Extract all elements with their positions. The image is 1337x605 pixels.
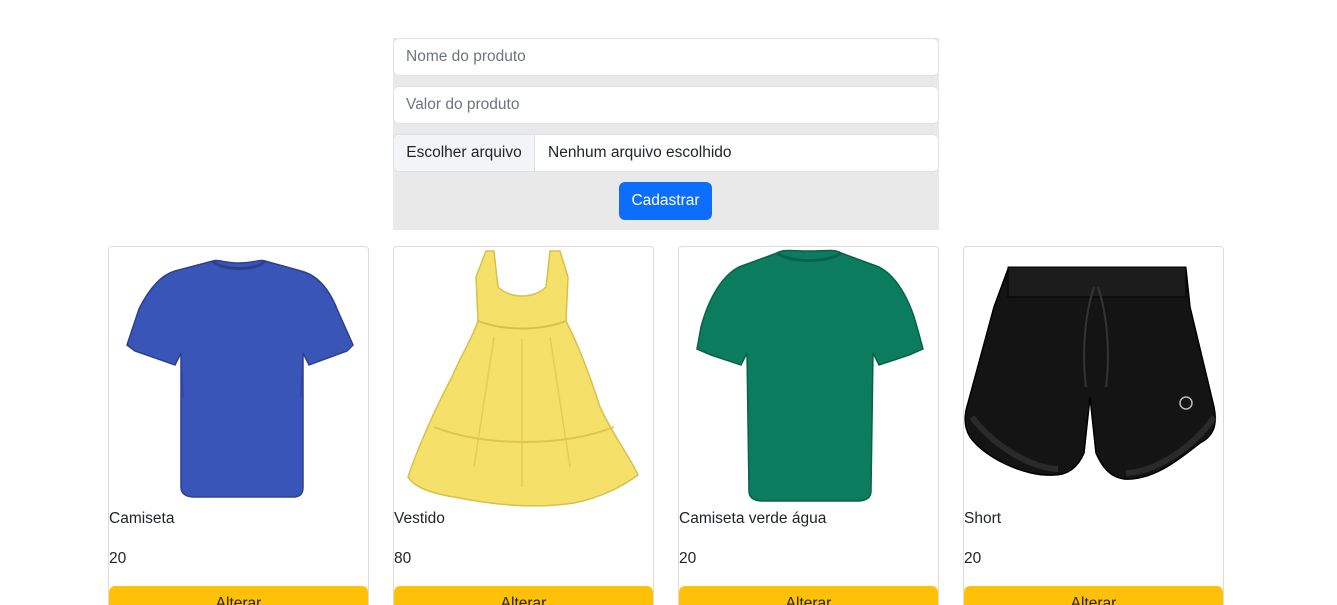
green-tshirt-icon	[696, 249, 924, 502]
product-image	[394, 247, 653, 507]
black-shorts-icon	[964, 266, 1217, 480]
blue-tshirt-icon	[126, 259, 354, 498]
product-name: Camiseta verde água	[679, 510, 827, 527]
product-name: Vestido	[394, 510, 445, 527]
product-card: Camiseta 20 Alterar	[108, 246, 369, 605]
edit-button[interactable]: Alterar	[109, 586, 368, 605]
register-button[interactable]: Cadastrar	[619, 182, 712, 220]
product-price: 80	[394, 550, 412, 567]
edit-button[interactable]: Alterar	[964, 586, 1223, 605]
product-form: Escolher arquivo Nenhum arquivo escolhid…	[393, 38, 939, 230]
file-status-text: Nenhum arquivo escolhido	[548, 144, 732, 161]
yellow-dress-icon	[407, 250, 639, 507]
choose-file-button[interactable]: Escolher arquivo	[394, 135, 535, 171]
edit-button[interactable]: Alterar	[679, 586, 938, 605]
product-name: Short	[964, 510, 1002, 527]
file-picker[interactable]: Escolher arquivo Nenhum arquivo escolhid…	[393, 134, 939, 172]
product-image	[964, 247, 1223, 507]
product-price: 20	[109, 550, 127, 567]
edit-button[interactable]: Alterar	[394, 586, 653, 605]
product-card: Vestido 80 Alterar	[393, 246, 654, 605]
product-name-input[interactable]	[393, 38, 939, 76]
product-value-input[interactable]	[393, 86, 939, 124]
product-price: 20	[964, 550, 982, 567]
product-price: 20	[679, 550, 697, 567]
product-image	[679, 247, 938, 507]
product-image	[109, 247, 368, 507]
product-card: Short 20 Alterar	[963, 246, 1224, 605]
product-name: Camiseta	[109, 510, 175, 527]
product-card: Camiseta verde água 20 Alterar	[678, 246, 939, 605]
